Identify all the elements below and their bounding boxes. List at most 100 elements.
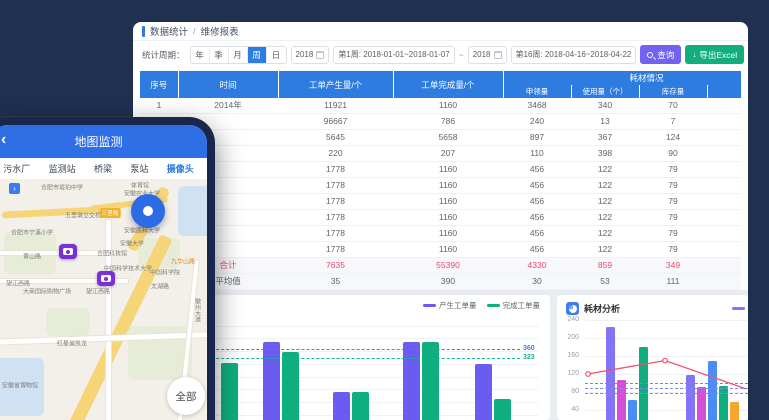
table-row: 2202071103989019 [140, 146, 741, 162]
map-label: 红星美凯龙 [57, 339, 87, 348]
breadcrumb-separator: / [193, 26, 196, 37]
y-axis-label: 160 [559, 352, 579, 359]
export-excel-button[interactable]: ↓ 导出Excel [685, 45, 744, 64]
period-option-2[interactable]: 季 [210, 47, 229, 63]
map-label: 安徽省博物馆 [2, 381, 38, 390]
y-axis-label: 200 [559, 334, 579, 341]
calendar-icon [494, 51, 502, 59]
end-week-input[interactable]: 第16周: 2018-04-16~2018-04-22 [511, 46, 637, 64]
camera-marker-tail [63, 254, 73, 264]
map-water-area [178, 186, 207, 236]
legend-line [487, 304, 500, 307]
bar-完成工单量 [494, 399, 511, 420]
sub-column-header: 余量 [707, 85, 741, 98]
query-button[interactable]: 查询 [640, 45, 681, 64]
start-week-value: 第1周: 2018-01-01~2018-01-07 [338, 49, 449, 60]
pin-dot [143, 206, 153, 216]
map-label: 大商国际购物广场 [23, 287, 71, 296]
camera-icon [101, 275, 111, 282]
bar-完成工单量 [352, 392, 369, 420]
legend-line [423, 304, 436, 307]
mobile-tab-3[interactable]: 桥梁 [94, 162, 112, 175]
export-button-label: 导出Excel [699, 49, 737, 61]
start-year-value: 2018 [296, 50, 314, 59]
y-axis-label: 240 [559, 316, 579, 323]
legend-item-1[interactable]: 产生工单量 [423, 300, 477, 311]
bar-产生工单量 [263, 342, 280, 420]
back-icon[interactable]: ‹ [1, 131, 6, 149]
sub-column-header: 使用量（个） [571, 85, 639, 98]
annotation-label: 360 [523, 345, 535, 352]
start-year-select[interactable]: 2018 [291, 46, 330, 64]
map-label: 黄山路 [23, 252, 41, 261]
legend-line-cutoff [732, 307, 745, 310]
map-view[interactable]: 合肥市琥珀中学体育馆安徽农业大学五里墩立交桥安徽医科大学合肥市宁溪小学安徽大学合… [0, 180, 207, 420]
bar-产生工单量 [403, 342, 420, 420]
mobile-header: ‹ 地图监测 [0, 125, 207, 158]
mobile-tab-1[interactable]: 污水厂 [3, 162, 30, 175]
period-option-5[interactable]: 日 [267, 47, 286, 63]
column-header: 工单产生量/个 [278, 71, 393, 98]
consumables-chart-plot [585, 311, 748, 420]
expand-icon[interactable]: › [9, 183, 20, 194]
y-axis-label: 80 [559, 388, 579, 395]
bar-完成工单量 [221, 363, 238, 420]
filter-label: 统计周期： [142, 49, 185, 61]
group-column-header: 耗材情况 [503, 71, 741, 85]
table-row: 177811604561227967 [140, 194, 741, 210]
bar-产生工单量 [475, 364, 492, 420]
mobile-tab-4[interactable]: 泵站 [130, 162, 148, 175]
map-label: 九华山路 [171, 257, 195, 266]
table-row: 177811604561227967 [140, 226, 741, 242]
work-order-chart-legend: 产生工单量完成工单量 [423, 300, 540, 311]
map-label: 合肥市琥珀中学 [41, 183, 83, 192]
column-header: 时间 [178, 71, 278, 98]
start-week-input[interactable]: 第1周: 2018-01-01~2018-01-07 [333, 46, 454, 64]
bar-完成工单量 [282, 352, 299, 420]
period-option-3[interactable]: 月 [229, 47, 248, 63]
end-year-value: 2018 [473, 50, 491, 59]
legend-label: 产生工单量 [439, 300, 477, 311]
average-row: 平均值35390305311114 [140, 274, 741, 290]
map-green-area [46, 308, 90, 336]
download-icon: ↓ [692, 51, 696, 59]
pie-chart-icon [566, 302, 579, 315]
breadcrumb-accent [142, 26, 145, 37]
table-row: 96667786240137690 [140, 114, 741, 130]
query-button-label: 查询 [657, 49, 674, 61]
table-row: 177811604561227967 [140, 178, 741, 194]
report-table: 序号时间工单产生量/个工单完成量/个耗材情况申领量使用量（个）库存量余量1201… [140, 71, 741, 290]
mobile-tab-2[interactable]: 监测站 [49, 162, 76, 175]
end-week-value: 第16周: 2018-04-16~2018-04-22 [516, 49, 632, 60]
map-badge: 三里庵 [100, 208, 121, 218]
mobile-tab-bar: 污水厂 监测站 桥梁 泵站 摄像头 [0, 158, 207, 180]
dashboard-card: 数据统计 / 维修报表 统计周期： 年季月周日 2018 第1周: 2018-0… [133, 22, 748, 420]
mobile-phone-overlay: ‹ 地图监测 污水厂监测站桥梁泵站摄像头 合肥市琥珀中学体育馆安徽农业大学五里墩… [0, 117, 215, 420]
location-pin-marker[interactable] [131, 194, 165, 228]
breadcrumb-section[interactable]: 数据统计 [150, 24, 188, 38]
camera-marker[interactable] [59, 244, 77, 259]
all-button[interactable]: 全部 [167, 377, 205, 415]
camera-marker[interactable] [97, 271, 115, 286]
period-option-1[interactable]: 年 [191, 47, 210, 63]
table-row: 12014年119211160346834070250 [140, 98, 741, 114]
column-header: 序号 [140, 71, 178, 98]
y-axis-label: 40 [559, 406, 579, 413]
period-option-4[interactable]: 周 [248, 47, 267, 63]
map-label: 合肥市宁溪小学 [11, 228, 53, 237]
map-label: 太湖路 [151, 282, 169, 291]
legend-item-2[interactable]: 完成工单量 [487, 300, 541, 311]
consumables-chart-card: 耗材分析 4080120160200240 [557, 295, 748, 420]
annotation-label: 323 [523, 354, 535, 361]
map-label: 安徽大学 [120, 239, 144, 248]
mobile-tab-5[interactable]: 摄像头 [167, 162, 194, 175]
map-label: 望江西路 [86, 287, 110, 296]
map-label: 合肥科技馆 [97, 249, 127, 258]
end-year-select[interactable]: 2018 [468, 46, 507, 64]
map-label: 五里墩立交桥 [65, 211, 101, 220]
bar-完成工单量 [422, 342, 439, 420]
breadcrumb: 数据统计 / 维修报表 [133, 22, 748, 41]
bar-产生工单量 [333, 392, 350, 420]
filter-bar: 统计周期： 年季月周日 2018 第1周: 2018-01-01~2018-01… [133, 41, 748, 68]
sub-column-header: 申领量 [503, 85, 571, 98]
